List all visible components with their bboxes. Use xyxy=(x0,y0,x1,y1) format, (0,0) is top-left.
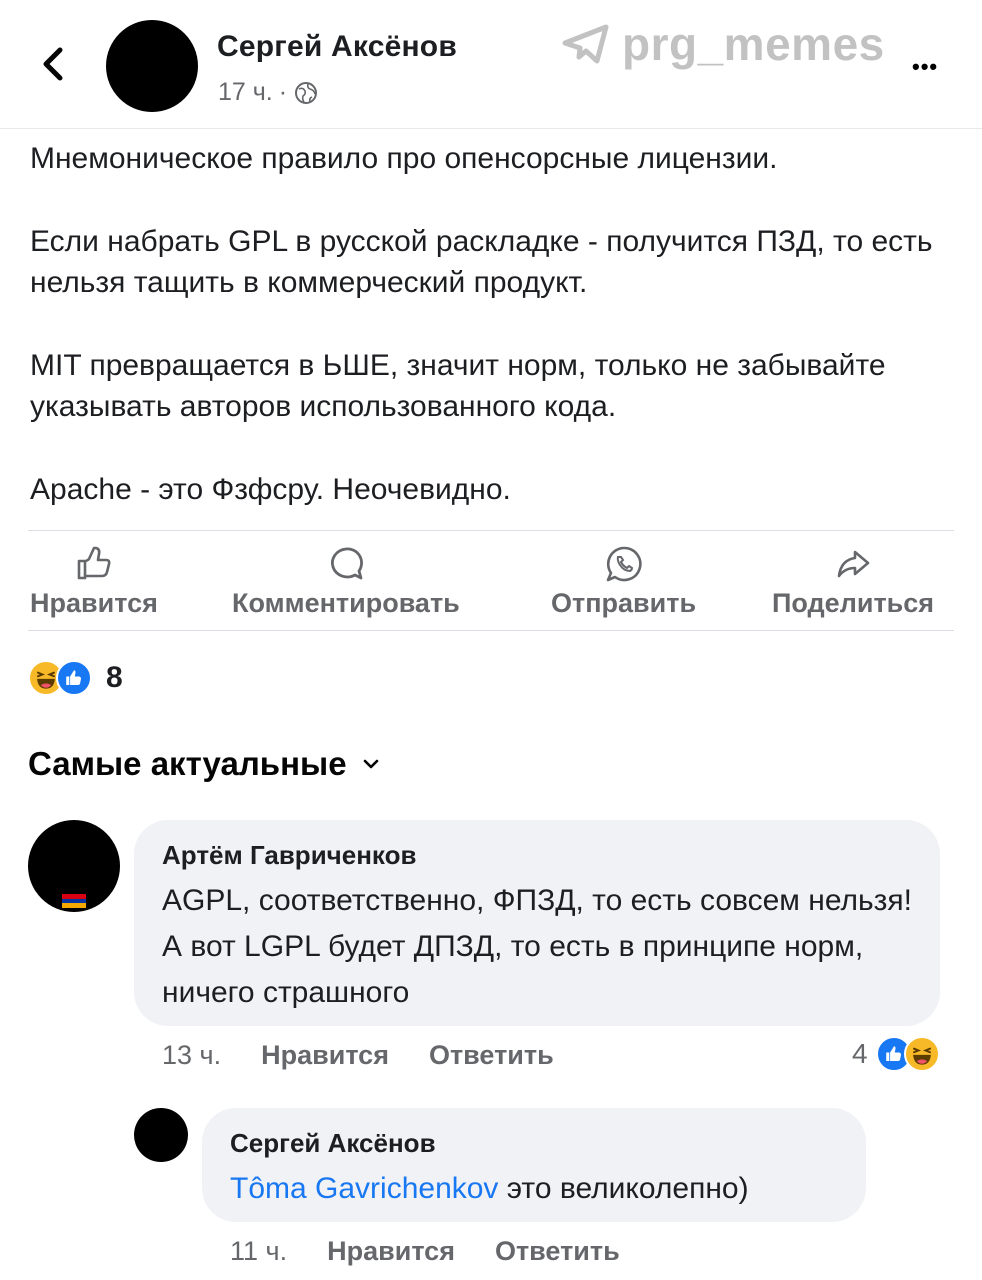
post-reactions[interactable]: 8 xyxy=(28,660,123,696)
telegram-icon xyxy=(562,24,609,64)
haha-emoji-icon xyxy=(903,1036,940,1072)
watermark-text: prg_memes xyxy=(622,18,885,70)
comment-reaction-count: 4 xyxy=(852,1038,868,1069)
post-paragraph: Если набрать GPL в русской раскладке - п… xyxy=(30,225,933,299)
comment-time[interactable]: 13 ч. xyxy=(162,1040,221,1071)
reply-time[interactable]: 11 ч. xyxy=(230,1236,287,1267)
post-paragraph: MIT превращается в ЬШЕ, значит норм, тол… xyxy=(30,349,886,423)
header-divider xyxy=(0,128,982,129)
comment-button[interactable]: Комментировать xyxy=(232,544,460,619)
like-label: Нравится xyxy=(30,588,158,618)
share-button[interactable]: Поделиться xyxy=(772,544,934,619)
comment-text: AGPL, соответственно, ФПЗД, то есть совс… xyxy=(162,884,912,1009)
actions-bottom-divider xyxy=(28,630,954,631)
reply-body: это великолепно) xyxy=(498,1172,749,1205)
comment-label: Комментировать xyxy=(232,588,460,618)
chevron-left-icon xyxy=(43,47,63,81)
author-avatar[interactable] xyxy=(106,20,198,112)
reply-mention-link[interactable]: Tôma Gavrichenkov xyxy=(230,1172,498,1205)
share-label: Поделиться xyxy=(772,588,935,618)
reply-author[interactable]: Сергей Аксёнов xyxy=(230,1128,436,1159)
reply-reply-button[interactable]: Ответить xyxy=(495,1236,620,1267)
post-text: Мнемоническое правило про опенсорсные ли… xyxy=(30,138,960,510)
sort-label: Самые актуальные xyxy=(28,745,347,782)
watermark: prg_memes xyxy=(562,14,885,74)
comment-reactions[interactable]: 4 xyxy=(852,1036,940,1072)
more-options-icon[interactable]: ••• xyxy=(912,54,938,80)
post-paragraph: Apache - это Фзфсру. Неочевидно. xyxy=(30,473,511,506)
share-icon xyxy=(837,550,870,578)
post-time[interactable]: 17 ч. xyxy=(218,78,273,107)
reply-like-button[interactable]: Нравится xyxy=(327,1236,455,1267)
reply-avatar[interactable] xyxy=(134,1108,188,1162)
send-label: Отправить xyxy=(551,588,697,618)
post-paragraph: Мнемоническое правило про опенсорсные ли… xyxy=(30,142,778,175)
send-button[interactable]: Отправить xyxy=(551,544,696,619)
meta-separator: · xyxy=(278,78,288,106)
whatsapp-icon xyxy=(606,546,642,582)
like-button[interactable]: Нравится xyxy=(30,544,158,619)
chevron-down-icon xyxy=(363,759,378,769)
comment-like-button[interactable]: Нравится xyxy=(261,1040,389,1071)
comment-meta: 13 ч. Нравится Ответить xyxy=(162,1040,554,1071)
post-author-name[interactable]: Сергей Аксёнов xyxy=(217,30,457,64)
post-meta: 17 ч. · xyxy=(218,78,319,107)
reply-text: Tôma Gavrichenkov это великолепно) xyxy=(230,1166,749,1212)
globe-icon xyxy=(295,81,318,104)
comment-icon xyxy=(330,547,363,580)
comment-author[interactable]: Артём Гавриченков xyxy=(162,840,416,871)
thumbs-up-icon xyxy=(77,546,111,580)
comments-sort-dropdown[interactable]: Самые актуальные xyxy=(28,745,381,783)
comment-avatar[interactable] xyxy=(28,820,120,912)
actions-top-divider xyxy=(28,530,954,531)
like-emoji-icon xyxy=(56,660,92,696)
reaction-count: 8 xyxy=(106,661,123,694)
reply-meta: 11 ч. Нравится Ответить xyxy=(230,1236,620,1267)
armenia-flag-icon xyxy=(62,894,86,908)
comment-reply-button[interactable]: Ответить xyxy=(429,1040,554,1071)
back-button[interactable] xyxy=(36,44,72,84)
